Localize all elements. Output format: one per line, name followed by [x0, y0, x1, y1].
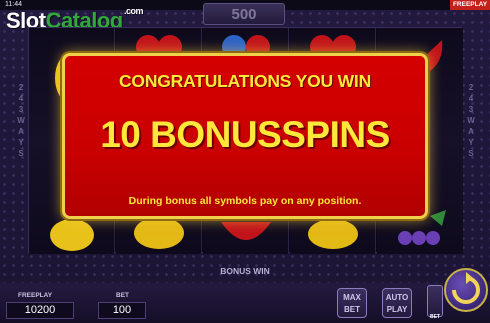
ways-indicator-right: 243 WAYS	[467, 83, 475, 158]
auto-play-button[interactable]: AUTO PLAY	[382, 288, 412, 318]
lemon-icon	[49, 219, 94, 251]
bet-label: BET	[116, 292, 129, 299]
freeplay-label: FREEPLAY	[18, 292, 53, 299]
spin-button[interactable]	[444, 268, 488, 312]
top-win-display: 500	[203, 3, 285, 25]
max-bet-button[interactable]: MAX BET	[337, 288, 367, 318]
freeplay-balance: 10200	[6, 302, 74, 319]
watermelon-icon	[220, 222, 271, 240]
bonus-win-label: BONUS WIN	[220, 266, 270, 276]
popup-headline: 10 BONUSSPINS	[100, 114, 390, 155]
freeplay-tag: FREEPLAY	[450, 0, 490, 10]
popup-note: During bonus all symbols pay on any posi…	[128, 195, 362, 207]
lemon-icon	[307, 219, 358, 249]
ways-indicator-left: 243 WAYS	[17, 83, 25, 158]
bet-adjust-label: BET	[430, 314, 440, 320]
bonus-win-popup: CONGRATULATIONS YOU WIN 10 BONUSSPINS Du…	[62, 53, 428, 219]
bet-adjust-button[interactable]	[427, 285, 443, 317]
popup-title: CONGRATULATIONS YOU WIN	[118, 71, 372, 91]
bet-value: 100	[98, 302, 146, 319]
spin-arrows-icon	[452, 272, 480, 304]
